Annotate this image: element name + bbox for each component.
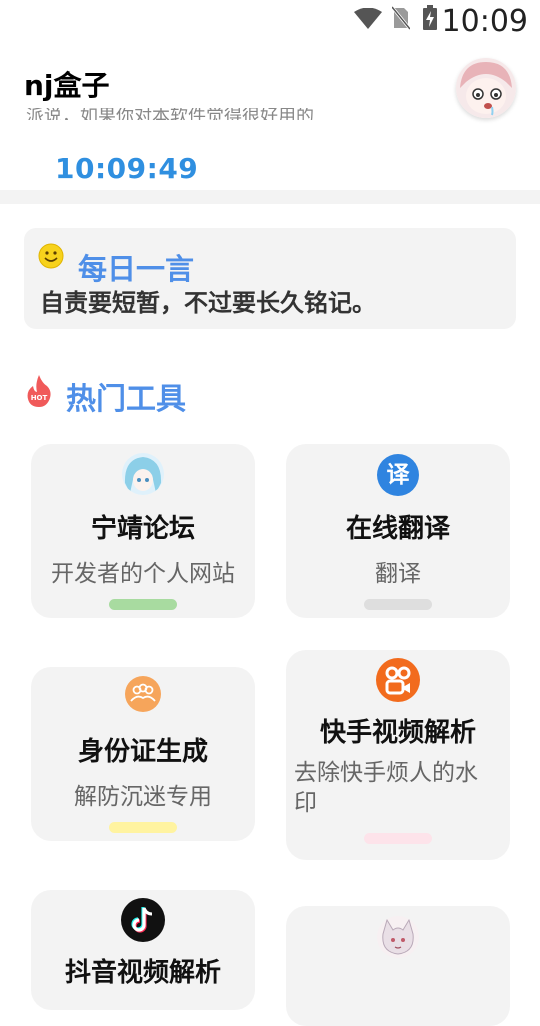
smile-icon [38,243,64,269]
tool-card-id-generator[interactable]: 身份证生成 解防沉迷专用 [31,667,255,841]
tool-name: 身份证生成 [77,737,208,767]
anime-avatar-icon [456,58,516,118]
section-divider [0,190,540,204]
header-subtitle: 派说，如果你对本软件觉得很好用的 [26,108,314,120]
anime-character-icon [377,916,419,958]
tool-name: 抖音视频解析 [64,958,221,988]
wifi-icon [354,8,382,29]
tool-card-kuaishou-parser[interactable]: 快手视频解析 去除快手烦人的水印 [286,650,510,860]
tool-card-online-translate[interactable]: 译 在线翻译 翻译 [286,444,510,618]
status-bar: 10:09 [0,0,540,44]
tool-name: 在线翻译 [345,514,450,544]
tool-accent-bar [109,822,177,833]
tool-accent-bar [364,833,432,844]
svg-text:HOT: HOT [31,394,48,402]
tool-desc: 解防沉迷专用 [74,784,212,810]
daily-quote-title: 每日一言 [78,252,195,286]
users-icon [125,676,161,712]
tool-accent-bar [364,599,432,610]
anime-girl-icon [122,453,164,495]
tool-card-character[interactable] [286,906,510,1026]
tool-desc: 翻译 [375,561,421,587]
tool-accent-bar [109,599,177,610]
tool-desc: 去除快手烦人的水印 [294,760,478,816]
battery-charging-icon [423,5,437,30]
status-time: 10:09 [441,4,528,39]
tiktok-icon [121,898,165,942]
daily-quote-text: 自责要短暂，不过要长久铭记。 [40,289,376,317]
daily-quote-card[interactable]: 每日一言 自责要短暂，不过要长久铭记。 [24,228,516,329]
avatar[interactable] [456,58,516,118]
tool-name: 快手视频解析 [319,718,476,748]
clock-display: 10:09:49 [55,152,199,185]
no-sim-icon [392,6,410,30]
tool-desc: 开发者的个人网站 [51,561,235,587]
hot-tools-title: 热门工具 [66,382,186,417]
tool-card-douyin-parser[interactable]: 抖音视频解析 [31,890,255,1010]
hot-flame-icon: HOT [27,375,51,407]
tool-card-ningjing-forum[interactable]: 宁靖论坛 开发者的个人网站 [31,444,255,618]
kuaishou-icon [376,658,420,702]
tool-name: 宁靖论坛 [90,514,195,544]
header-subtitle-marquee: 派说，如果你对本软件觉得很好用的 [26,108,446,120]
translate-icon: 译 [377,454,419,496]
app-title: nj盒子 [24,69,110,102]
